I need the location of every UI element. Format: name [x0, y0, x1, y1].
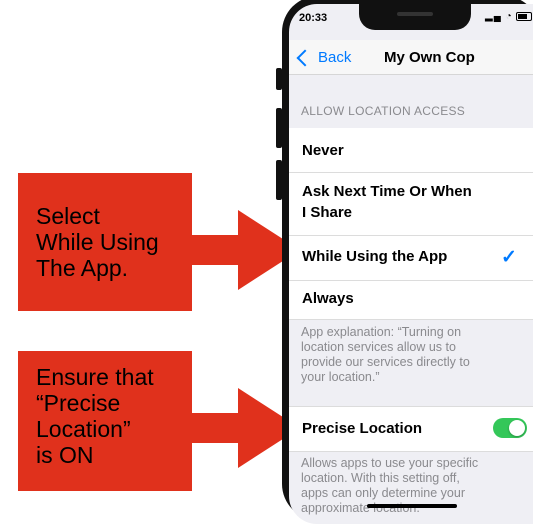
precise-location-row: Precise Location	[289, 406, 533, 452]
battery-icon	[516, 11, 533, 21]
status-time: 20:33	[299, 12, 328, 24]
callout-1-line: The App.	[36, 255, 129, 281]
section-header: ALLOW LOCATION ACCESS	[301, 104, 466, 118]
explanation-line: location services allow us to	[301, 340, 456, 354]
chevron-left-icon	[296, 49, 314, 66]
precise-location-toggle[interactable]	[493, 418, 527, 438]
option-ask-next-time[interactable]: Ask Next Time Or When I Share	[289, 173, 533, 236]
callout-2-line: Ensure that	[36, 364, 154, 390]
phone-notch	[359, 4, 471, 30]
footer-line: apps can only determine your	[301, 486, 465, 500]
callout-2-line: is ON	[36, 442, 94, 468]
checkmark-icon: ✓	[501, 247, 517, 268]
option-while-using[interactable]: While Using the App ✓	[289, 236, 533, 281]
callout-1-line: While Using	[36, 229, 159, 255]
option-label: While Using the App	[302, 248, 448, 265]
explanation-line: your location.”	[301, 370, 380, 384]
callout-2-line: “Precise	[36, 390, 121, 416]
toggle-knob	[509, 420, 525, 436]
option-never[interactable]: Never	[289, 128, 533, 173]
navigation-bar: Back My Own Cop	[289, 40, 533, 75]
footer-line: Allows apps to use your specific	[301, 456, 479, 470]
page-title: My Own Cop	[384, 49, 475, 66]
app-explanation: App explanation: “Turning on location se…	[301, 325, 470, 385]
wifi-icon: ◔	[505, 11, 513, 22]
option-label-line: I Share	[302, 204, 353, 221]
callout-2-text: Ensure that “Precise Location” is ON	[36, 364, 154, 468]
option-label: Ask Next Time Or When I Share	[302, 181, 472, 223]
signal-icon: ▂▄	[485, 11, 502, 22]
footer-line: location. With this setting off,	[301, 471, 460, 485]
explanation-line: App explanation: “Turning on	[301, 325, 462, 339]
option-label: Always	[302, 290, 354, 307]
callout-1-text: Select While Using The App.	[36, 203, 159, 281]
option-label: Never	[302, 142, 344, 159]
option-label-line: Ask Next Time Or When	[302, 183, 472, 200]
phone-screen: 20:33 ▂▄ ◔ Back My Own Cop ALLOW LOCATIO…	[289, 4, 533, 524]
callout-1-line: Select	[36, 203, 100, 229]
option-always[interactable]: Always	[289, 281, 533, 320]
status-icons: ▂▄ ◔	[485, 11, 533, 22]
callout-2-line: Location”	[36, 416, 131, 442]
back-label: Back	[318, 49, 352, 66]
explanation-line: provide our services directly to	[301, 355, 470, 369]
speaker-grille	[397, 12, 433, 16]
precise-location-label: Precise Location	[302, 420, 423, 437]
back-button[interactable]: Back	[295, 49, 351, 66]
home-indicator	[367, 504, 457, 508]
